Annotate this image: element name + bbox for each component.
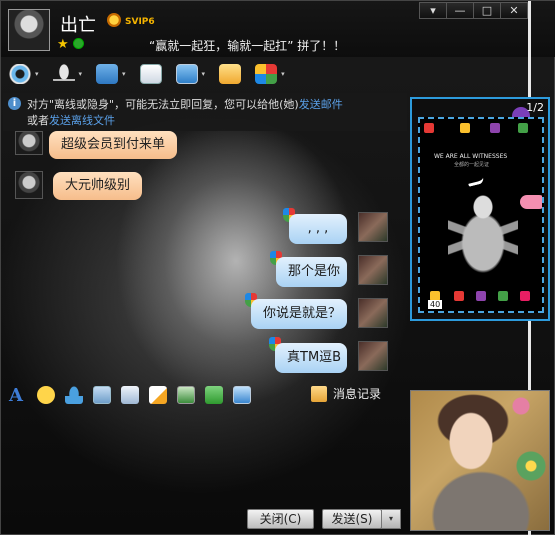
microphone-icon[interactable] — [121, 386, 139, 404]
decoration-icon — [476, 291, 486, 301]
decoration-icon — [424, 123, 434, 133]
image-icon[interactable] — [177, 386, 195, 404]
decoration-icon — [498, 291, 508, 301]
chevron-down-icon[interactable]: ▾ — [202, 70, 206, 78]
chat-window: 出亡 SVIP6 ★ “赢就一起狂，输就一起扛” 拼了！！ ▾ — □ ✕ ▾ … — [0, 0, 555, 535]
window-menu-button[interactable]: ▾ — [419, 2, 447, 19]
online-status-icon — [73, 38, 84, 49]
show-image: WE ARE ALL WITNESSES 全都的一起见证 40 — [418, 117, 544, 313]
chat-toolbar: ▾ ▾ ▾ ▾ ▾ — [9, 61, 299, 87]
self-show-image[interactable] — [410, 390, 550, 531]
font-icon[interactable]: A — [9, 385, 27, 406]
show-panel[interactable]: 1/2 WE ARE ALL WITNESSES 全都的一起见证 40 — [410, 97, 550, 321]
send-email-link[interactable]: 发送邮件 — [299, 98, 343, 111]
file-transfer-icon — [96, 64, 119, 84]
notice-line-2: 或者发送离线文件 — [27, 112, 115, 128]
decoration-icon — [490, 123, 500, 133]
history-label: 消息记录 — [333, 387, 382, 401]
avatar[interactable] — [15, 171, 43, 199]
close-window-button[interactable]: ✕ — [500, 2, 528, 19]
offline-notice: i 对方"离线或隐身"，可能无法立即回复，您可以给他(她)发送邮件 或者发送离线… — [3, 93, 407, 131]
voice-message-icon[interactable] — [93, 386, 111, 404]
chevron-down-icon[interactable]: ▾ — [35, 70, 39, 78]
show-subcaption: 全都的一起见证 — [454, 162, 490, 168]
share-screen-button[interactable] — [219, 64, 242, 84]
notice-text: 或者 — [27, 114, 49, 127]
chevron-down-icon[interactable]: ▾ — [79, 70, 83, 78]
voice-call-button[interactable]: ▾ — [52, 64, 83, 84]
chevron-down-icon[interactable]: ▾ — [122, 70, 126, 78]
badge-number: 40 — [428, 300, 443, 309]
apps-button[interactable]: ▾ — [255, 64, 285, 84]
apps-grid-icon — [255, 64, 278, 84]
decoration-icon — [520, 291, 530, 301]
send-options-dropdown[interactable]: ▾ — [381, 509, 401, 529]
history-icon — [311, 385, 327, 402]
video-call-button[interactable]: ▾ — [9, 64, 39, 84]
contact-signature: “赢就一起狂，输就一起扛” 拼了！！ — [149, 39, 346, 53]
remote-screen-button[interactable]: ▾ — [175, 64, 206, 84]
message-bubble: 真TM逗B — [275, 343, 347, 373]
microphone-icon — [52, 64, 75, 84]
notice-text: 对方"离线或隐身"，可能无法立即回复，您可以给他(她) — [27, 98, 299, 111]
decoration-icon — [454, 291, 464, 301]
message-bubble: 你说是就是？ — [251, 299, 347, 329]
contact-nickname[interactable]: 出亡 — [60, 11, 96, 37]
message-bubble: 大元帅级别 — [53, 172, 143, 200]
chevron-down-icon[interactable]: ▾ — [281, 70, 285, 78]
send-offline-file-link[interactable]: 发送离线文件 — [49, 114, 115, 127]
remote-screen-icon — [175, 64, 198, 84]
vip-crown-icon — [107, 13, 121, 27]
page-counter: 1/2 — [526, 101, 544, 114]
message-bubble: , , , — [289, 214, 347, 244]
swoosh-logo — [467, 177, 485, 187]
avatar[interactable] — [358, 298, 388, 328]
camera-icon — [9, 64, 31, 84]
window-controls: ▾ — □ ✕ — [419, 2, 528, 19]
file-transfer-button[interactable]: ▾ — [96, 64, 126, 84]
maximize-button[interactable]: □ — [473, 2, 501, 19]
heart-icon — [520, 195, 542, 209]
message-history-button[interactable]: 消息记录 — [311, 385, 381, 402]
share-screen-icon — [219, 64, 242, 84]
info-icon: i — [8, 97, 21, 110]
add-contact-icon — [139, 64, 162, 84]
avatar[interactable] — [358, 341, 388, 371]
close-button[interactable]: 关闭(C) — [247, 509, 314, 529]
message-bubble: 那个是你 — [276, 257, 347, 287]
notice-line-1: 对方"离线或隐身"，可能无法立即回复，您可以给他(她)发送邮件 — [27, 96, 343, 112]
player-figure — [448, 195, 518, 295]
doodle-icon[interactable] — [149, 386, 167, 404]
show-caption: WE ARE ALL WITNESSES — [434, 153, 508, 160]
avatar[interactable] — [15, 131, 43, 155]
star-icon[interactable]: ★ — [57, 37, 69, 52]
decoration-icon — [518, 123, 528, 133]
send-button[interactable]: 发送(S) — [322, 509, 382, 529]
music-icon[interactable] — [205, 386, 223, 404]
avatar[interactable] — [358, 255, 388, 285]
input-toolbar: A — [9, 384, 261, 406]
add-contact-button[interactable] — [139, 64, 162, 84]
shake-window-icon[interactable] — [65, 386, 83, 404]
vip-badge[interactable]: SVIP6 — [125, 17, 155, 27]
screenshot-icon[interactable] — [233, 386, 251, 404]
decoration-icon — [460, 123, 470, 133]
emoji-icon[interactable] — [37, 386, 55, 404]
avatar[interactable] — [358, 212, 388, 242]
minimize-button[interactable]: — — [446, 2, 474, 19]
contact-avatar[interactable] — [8, 9, 50, 51]
message-bubble: 超级会员到付来单 — [49, 131, 178, 159]
